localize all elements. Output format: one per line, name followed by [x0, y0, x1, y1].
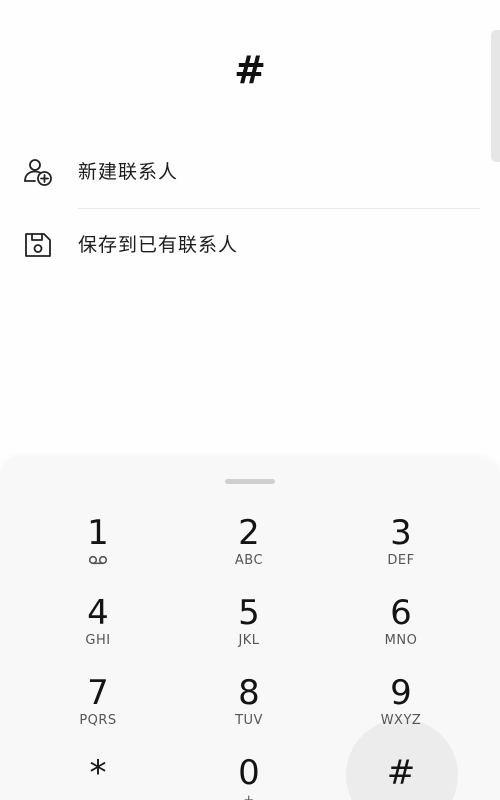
key-3[interactable]: 3 DEF	[341, 513, 461, 589]
new-contact-button[interactable]: 新建联系人	[0, 136, 500, 208]
dial-keypad: 1 2 ABC 3 DEF 4 GHI 5 JKL 6 MNO 7 PQRS 8…	[0, 457, 500, 800]
key-5-letters: JKL	[238, 633, 260, 648]
save-to-existing-contact-button[interactable]: 保存到已有联系人	[0, 209, 500, 281]
key-0[interactable]: 0 +	[189, 753, 309, 800]
key-8-letters: TUV	[235, 713, 263, 728]
dialer-screen: # 新建联系人 保存到已有联系人 1 2 ABC 3 DEF 4 GHI 5 J…	[0, 0, 500, 800]
key-5[interactable]: 5 JKL	[189, 593, 309, 669]
key-hash[interactable]: #	[341, 753, 461, 800]
save-to-existing-contact-label: 保存到已有联系人	[78, 234, 239, 256]
key-4-digit: 4	[87, 593, 109, 633]
key-9[interactable]: 9 WXYZ	[341, 673, 461, 749]
dial-input-display[interactable]: #	[0, 42, 500, 98]
key-8-digit: 8	[238, 673, 260, 713]
key-2-letters: ABC	[234, 553, 264, 568]
key-5-digit: 5	[238, 593, 260, 633]
key-star-digit: *	[89, 753, 107, 793]
key-2-digit: 2	[238, 513, 260, 553]
key-7-letters: PQRS	[79, 713, 117, 728]
key-8[interactable]: 8 TUV	[189, 673, 309, 749]
new-contact-label: 新建联系人	[78, 161, 179, 183]
key-7[interactable]: 7 PQRS	[38, 673, 158, 749]
key-0-letters: +	[189, 793, 309, 800]
key-6-digit: 6	[390, 593, 412, 633]
key-6[interactable]: 6 MNO	[341, 593, 461, 669]
key-3-letters: DEF	[387, 553, 415, 568]
key-star[interactable]: *	[38, 753, 158, 800]
add-contact-icon	[24, 159, 52, 186]
key-4-letters: GHI	[85, 633, 111, 648]
contact-action-list: 新建联系人 保存到已有联系人	[0, 136, 500, 281]
key-4[interactable]: 4 GHI	[38, 593, 158, 669]
key-7-digit: 7	[87, 673, 109, 713]
key-hash-digit: #	[386, 753, 416, 793]
keypad-drag-handle[interactable]	[225, 479, 275, 484]
save-icon	[25, 233, 51, 257]
key-9-digit: 9	[390, 673, 412, 713]
key-6-letters: MNO	[384, 633, 418, 648]
key-0-digit: 0	[238, 753, 260, 793]
key-2[interactable]: 2 ABC	[189, 513, 309, 589]
key-1-digit: 1	[87, 513, 109, 553]
voicemail-icon	[88, 555, 108, 565]
key-3-digit: 3	[390, 513, 412, 553]
key-9-letters: WXYZ	[380, 713, 422, 728]
key-1[interactable]: 1	[38, 513, 158, 589]
